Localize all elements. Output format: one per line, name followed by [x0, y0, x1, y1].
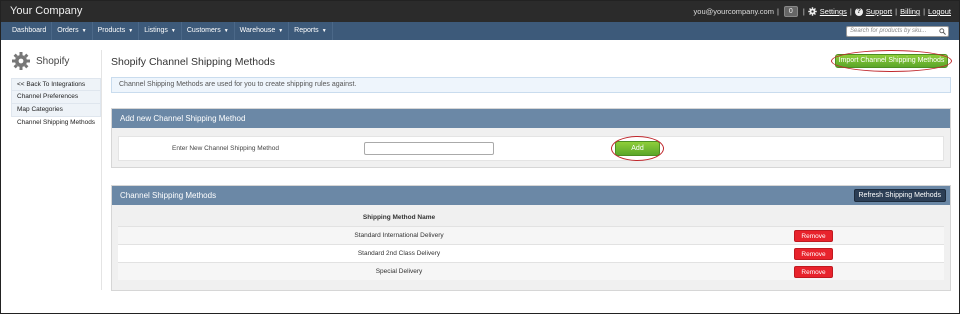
nav-item-warehouse[interactable]: Warehouse ▼	[235, 22, 290, 40]
nav-item-listings[interactable]: Listings ▼	[139, 22, 182, 40]
support-link[interactable]: Support	[866, 7, 892, 16]
nav-item-label: Dashboard	[12, 27, 47, 34]
refresh-shipping-methods-button[interactable]: Refresh Shipping Methods	[853, 189, 946, 202]
user-email[interactable]: you@yourcompany.com	[694, 7, 774, 16]
main-nav: Dashboard Orders ▼ Products ▼ Listings ▼ Custom…	[1, 22, 959, 40]
sidebar-title: Shopify	[36, 55, 70, 67]
sidebar-item[interactable]: Channel Preferences	[11, 91, 101, 104]
nav-item-customers[interactable]: Customers ▼	[182, 22, 235, 40]
nav-item-label: Products	[97, 27, 126, 34]
remove-button[interactable]: Remove	[794, 248, 833, 260]
sidebar-item[interactable]: Channel Shipping Methods	[11, 117, 101, 130]
search-icon	[939, 28, 946, 35]
add-shipping-method-panel: Add new Channel Shipping Method Enter Ne…	[111, 108, 951, 168]
settings-link[interactable]: Settings	[820, 7, 847, 16]
chevron-down-icon: ▼	[81, 28, 87, 34]
panel-title: Channel Shipping Methods	[120, 191, 217, 200]
table-header: Shipping Method Name	[118, 210, 944, 226]
chevron-down-icon: ▼	[321, 28, 327, 34]
shipping-method-input[interactable]	[364, 142, 494, 155]
shipping-method-label: Enter New Channel Shipping Method	[172, 145, 279, 152]
top-bar: Your Company you@yourcompany.com | 0 | S…	[1, 1, 959, 22]
table-row: Standard 2nd Class Delivery Remove	[118, 244, 944, 262]
nav-item-dashboard[interactable]: Dashboard	[7, 22, 53, 40]
panel-title: Add new Channel Shipping Method	[112, 109, 950, 128]
separator: |	[802, 7, 805, 16]
account-area: you@yourcompany.com | 0 | Settings | ? S…	[694, 6, 951, 17]
gear-icon	[808, 7, 817, 16]
help-icon: ?	[854, 7, 863, 16]
nav-item-orders[interactable]: Orders ▼	[52, 22, 93, 40]
shipping-methods-table: Shipping Method Name Standard Internatio…	[118, 210, 944, 280]
shipping-method-name: Standard 2nd Class Delivery	[357, 250, 441, 257]
nav-item-label: Warehouse	[239, 27, 276, 34]
highlight-ring	[831, 50, 952, 72]
separator: |	[923, 7, 926, 16]
separator: |	[849, 7, 852, 16]
brand-name: Your Company	[10, 5, 83, 17]
separator: |	[776, 7, 779, 16]
sidebar: Shopify << Back To Integrations Channel P…	[11, 50, 102, 290]
logout-link[interactable]: Logout	[928, 7, 951, 16]
chevron-down-icon: ▼	[223, 28, 229, 34]
remove-button[interactable]: Remove	[794, 230, 833, 242]
nav-item-reports[interactable]: Reports ▼	[289, 22, 333, 40]
sidebar-header: Shopify	[11, 50, 101, 72]
page-title: Shopify Channel Shipping Methods	[111, 56, 276, 68]
search-placeholder: Search for products by sku...	[850, 28, 927, 34]
sidebar-item[interactable]: Map Categories	[11, 104, 101, 117]
table-row: Standard International Delivery Remove	[118, 226, 944, 244]
column-header-name: Shipping Method Name	[362, 214, 436, 221]
panel-header: Channel Shipping Methods Refresh Shippin…	[112, 186, 950, 205]
app-frame: Your Company you@yourcompany.com | 0 | S…	[0, 0, 960, 314]
sidebar-item[interactable]: << Back To Integrations	[11, 78, 101, 91]
shipping-method-name: Special Delivery	[375, 268, 423, 275]
nav-item-products[interactable]: Products ▼	[93, 22, 140, 40]
gear-icon	[12, 52, 30, 70]
nav-items: Dashboard Orders ▼ Products ▼ Listings ▼ Custom…	[1, 22, 959, 40]
chevron-down-icon: ▼	[128, 28, 134, 34]
shipping-methods-panel: Channel Shipping Methods Refresh Shippin…	[111, 185, 951, 291]
nav-item-label: Orders	[57, 27, 79, 34]
info-message: Channel Shipping Methods are used for yo…	[111, 77, 951, 93]
notification-count[interactable]: 0	[783, 6, 798, 17]
nav-item-label: Reports	[294, 27, 319, 34]
chevron-down-icon: ▼	[278, 28, 284, 34]
billing-link[interactable]: Billing	[900, 7, 920, 16]
search-input[interactable]: Search for products by sku...	[846, 26, 949, 37]
add-form-row: Enter New Channel Shipping Method Add	[118, 136, 944, 161]
shipping-method-name: Standard International Delivery	[354, 232, 444, 239]
highlight-ring	[611, 136, 664, 161]
nav-item-label: Customers	[186, 27, 221, 34]
table-body: Standard International Delivery Remove Sta…	[118, 226, 944, 280]
table-row: Special Delivery Remove	[118, 262, 944, 280]
nav-item-label: Listings	[144, 27, 168, 34]
separator: |	[895, 7, 898, 16]
remove-button[interactable]: Remove	[794, 266, 833, 278]
chevron-down-icon: ▼	[170, 28, 176, 34]
sidebar-menu: << Back To Integrations Channel Preferenc…	[11, 78, 101, 130]
